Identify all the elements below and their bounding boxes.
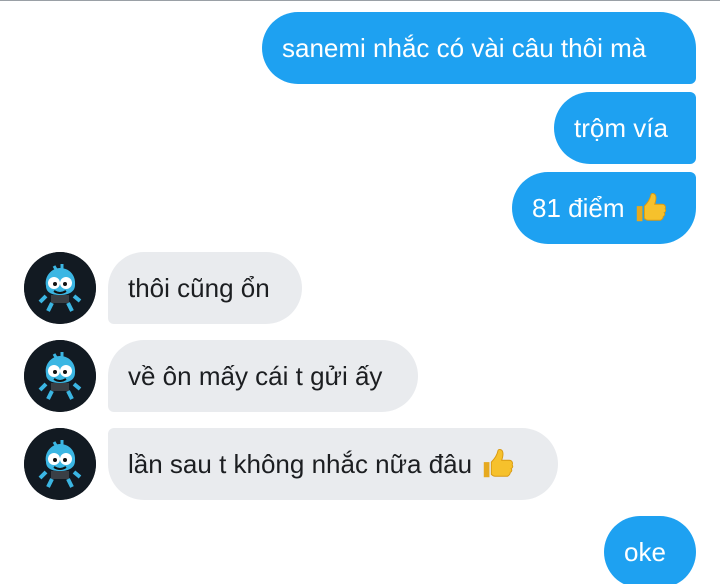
avatar-image xyxy=(24,252,96,324)
thumbs-up-icon xyxy=(483,449,514,478)
message-text: oke xyxy=(624,537,666,567)
avatar[interactable] xyxy=(24,428,96,500)
message-text: thôi cũng ổn xyxy=(128,273,270,303)
avatar[interactable] xyxy=(24,340,96,412)
incoming-message[interactable]: về ôn mấy cái t gửi ấy xyxy=(108,340,418,412)
message-text: lần sau t không nhắc nữa đâu xyxy=(128,449,473,479)
outgoing-message[interactable]: trộm vía xyxy=(554,92,696,164)
avatar-image xyxy=(24,428,96,500)
thumbs-up-icon xyxy=(636,193,666,222)
message-text: về ôn mấy cái t gửi ấy xyxy=(128,361,383,391)
avatar[interactable] xyxy=(24,252,96,324)
outgoing-message[interactable]: oke xyxy=(604,516,696,584)
avatar-image xyxy=(24,340,96,412)
message-text: trộm vía xyxy=(574,113,668,143)
message-text: sanemi nhắc có vài câu thôi mà xyxy=(282,33,647,63)
incoming-message[interactable]: lần sau t không nhắc nữa đâu xyxy=(108,428,558,500)
message-text: 81 điểm xyxy=(532,193,625,223)
outgoing-message[interactable]: sanemi nhắc có vài câu thôi mà xyxy=(262,12,696,84)
outgoing-message[interactable]: 81 điểm xyxy=(512,172,696,244)
incoming-message[interactable]: thôi cũng ổn xyxy=(108,252,302,324)
chat-thread[interactable]: sanemi nhắc có vài câu thôi mà trộm vía … xyxy=(0,0,720,584)
